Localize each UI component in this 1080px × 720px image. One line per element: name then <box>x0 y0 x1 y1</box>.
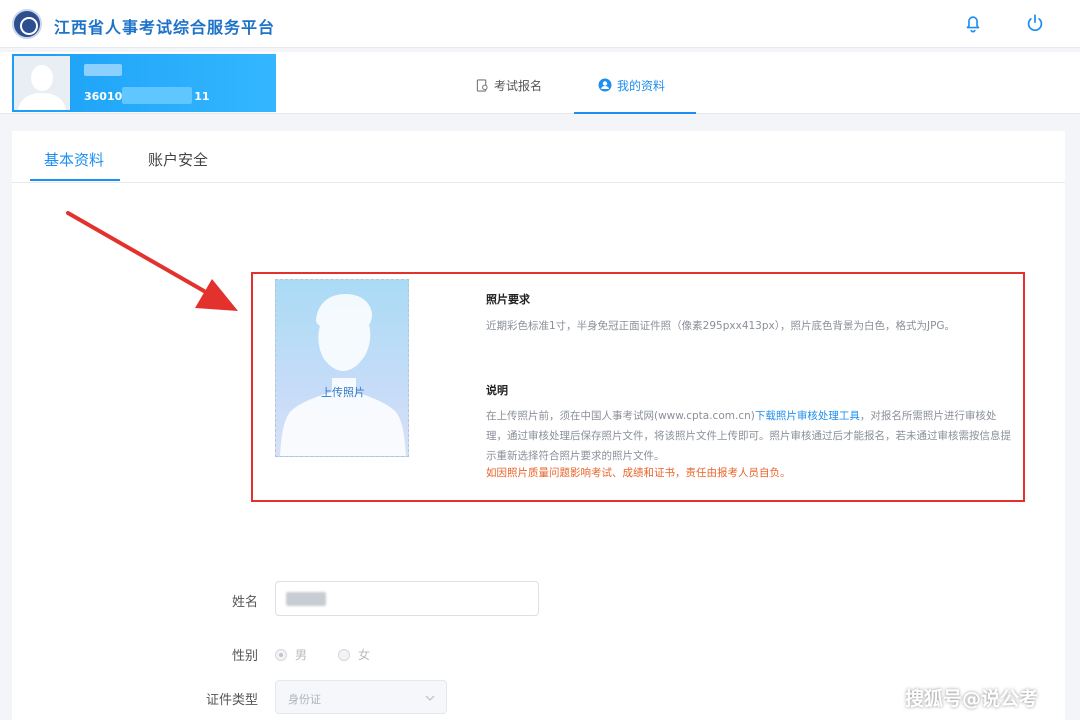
power-icon[interactable] <box>1024 12 1046 34</box>
photo-note-title: 说明 <box>486 384 508 397</box>
chevron-down-icon <box>425 695 435 701</box>
gender-radio-male[interactable]: 男 <box>275 646 307 663</box>
download-tool-link[interactable]: 下载照片审核处理工具 <box>755 410 860 422</box>
main-card: 基本资料 账户安全 上传照片 照片要求 近期彩色标准1寸，半身免冠正面证件照（像… <box>12 131 1065 720</box>
tab-my-profile-label: 我的资料 <box>617 78 666 93</box>
upload-photo-label: 上传照片 <box>321 386 365 399</box>
top-header: 江西省人事考试综合服务平台 <box>0 0 1080 48</box>
avatar-silhouette-icon <box>18 65 66 110</box>
photo-warning-text: 如因照片质量问题影响考试、成绩和证书，责任由报考人员自负。 <box>486 467 791 479</box>
blurred-name <box>84 64 122 76</box>
avatar <box>14 56 70 110</box>
photo-upload-area[interactable]: 上传照片 <box>275 279 409 457</box>
name-value-masked <box>286 592 326 606</box>
radio-dot-unchecked <box>338 648 350 661</box>
radio-dot-checked <box>275 648 287 661</box>
name-field[interactable] <box>275 581 539 616</box>
site-title: 江西省人事考试综合服务平台 <box>54 18 276 37</box>
profile-strip: 36010 11 考试报名 我的资料 <box>0 52 1080 114</box>
user-circle-icon <box>598 78 612 92</box>
person-silhouette-icon <box>280 294 406 456</box>
nav-active-indicator <box>574 112 696 114</box>
id-mask <box>122 87 192 104</box>
id-prefix: 36010 <box>84 90 123 103</box>
photo-requirements-title: 照片要求 <box>486 293 530 306</box>
photo-note-text: 在上传照片前，须在中国人事考试网(www.cpta.com.cn)下载照片审核处… <box>486 406 1014 466</box>
bell-icon[interactable] <box>962 12 984 34</box>
note-text-part1: 在上传照片前，须在中国人事考试网(www.cpta.com.cn) <box>486 410 755 422</box>
gender-radio-female[interactable]: 女 <box>338 646 370 663</box>
red-arrow-annotation <box>66 211 238 311</box>
id-type-select[interactable]: 身份证 <box>275 680 447 714</box>
id-suffix: 11 <box>194 90 210 103</box>
photo-requirements-text: 近期彩色标准1寸，半身免冠正面证件照（像素295pxx413px），照片底色背景… <box>486 320 956 332</box>
profile-card: 36010 11 <box>12 54 276 112</box>
watermark: 搜狐号@说公考 <box>905 688 1039 710</box>
id-type-value: 身份证 <box>288 693 321 706</box>
gender-female-label: 女 <box>358 648 371 662</box>
tab-exam-registration-label: 考试报名 <box>494 78 543 93</box>
id-type-label: 证件类型 <box>205 693 258 708</box>
gender-label: 性别 <box>231 649 258 664</box>
logo-icon <box>12 9 42 39</box>
tab-my-profile[interactable]: 我的资料 <box>598 76 665 94</box>
exam-doc-icon <box>476 78 488 92</box>
name-label: 姓名 <box>231 595 258 610</box>
gender-male-label: 男 <box>295 648 308 662</box>
tab-exam-registration[interactable]: 考试报名 <box>476 76 542 94</box>
